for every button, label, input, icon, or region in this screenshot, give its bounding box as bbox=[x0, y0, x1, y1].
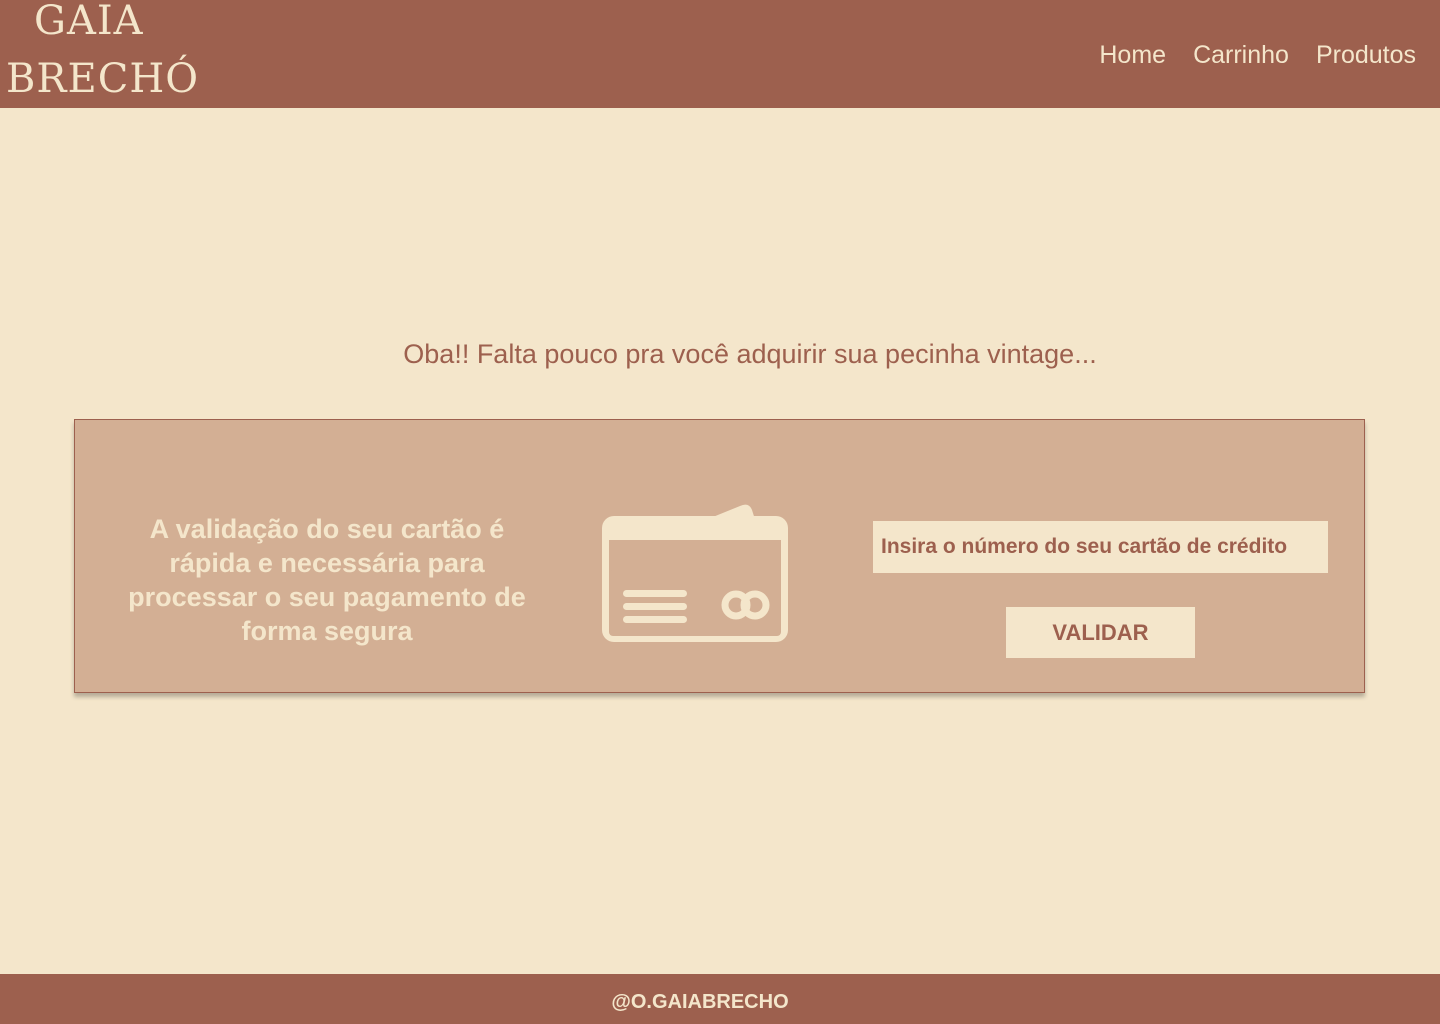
site-header: GAIA BRECHÓ Home Carrinho Produtos bbox=[0, 0, 1440, 108]
validate-button[interactable]: VALIDAR bbox=[1006, 607, 1195, 658]
checkout-page: GAIA BRECHÓ Home Carrinho Produtos Oba!!… bbox=[0, 0, 1440, 1024]
credit-card-icon bbox=[602, 504, 788, 642]
validation-description: A validação do seu cartão é rápida e nec… bbox=[128, 514, 526, 646]
logo-line-2: BRECHÓ bbox=[6, 56, 199, 102]
page-headline: Oba!! Falta pouco pra você adquirir sua … bbox=[0, 336, 1440, 372]
instagram-handle-link[interactable]: @O.GAIABRECHO bbox=[0, 990, 1400, 1014]
nav-home-link[interactable]: Home bbox=[1099, 38, 1166, 72]
main-nav: Home Carrinho Produtos bbox=[1099, 38, 1416, 72]
nav-cart-link[interactable]: Carrinho bbox=[1193, 38, 1289, 72]
card-validation-panel: A validação do seu cartão é rápida e nec… bbox=[74, 419, 1365, 693]
logo-line-1: GAIA bbox=[34, 0, 144, 44]
site-footer: @O.GAIABRECHO bbox=[0, 974, 1440, 1024]
headline-text: Oba!! Falta pouco pra você adquirir sua … bbox=[403, 339, 1097, 369]
nav-products-link[interactable]: Produtos bbox=[1316, 38, 1416, 72]
card-number-input[interactable] bbox=[873, 521, 1328, 573]
